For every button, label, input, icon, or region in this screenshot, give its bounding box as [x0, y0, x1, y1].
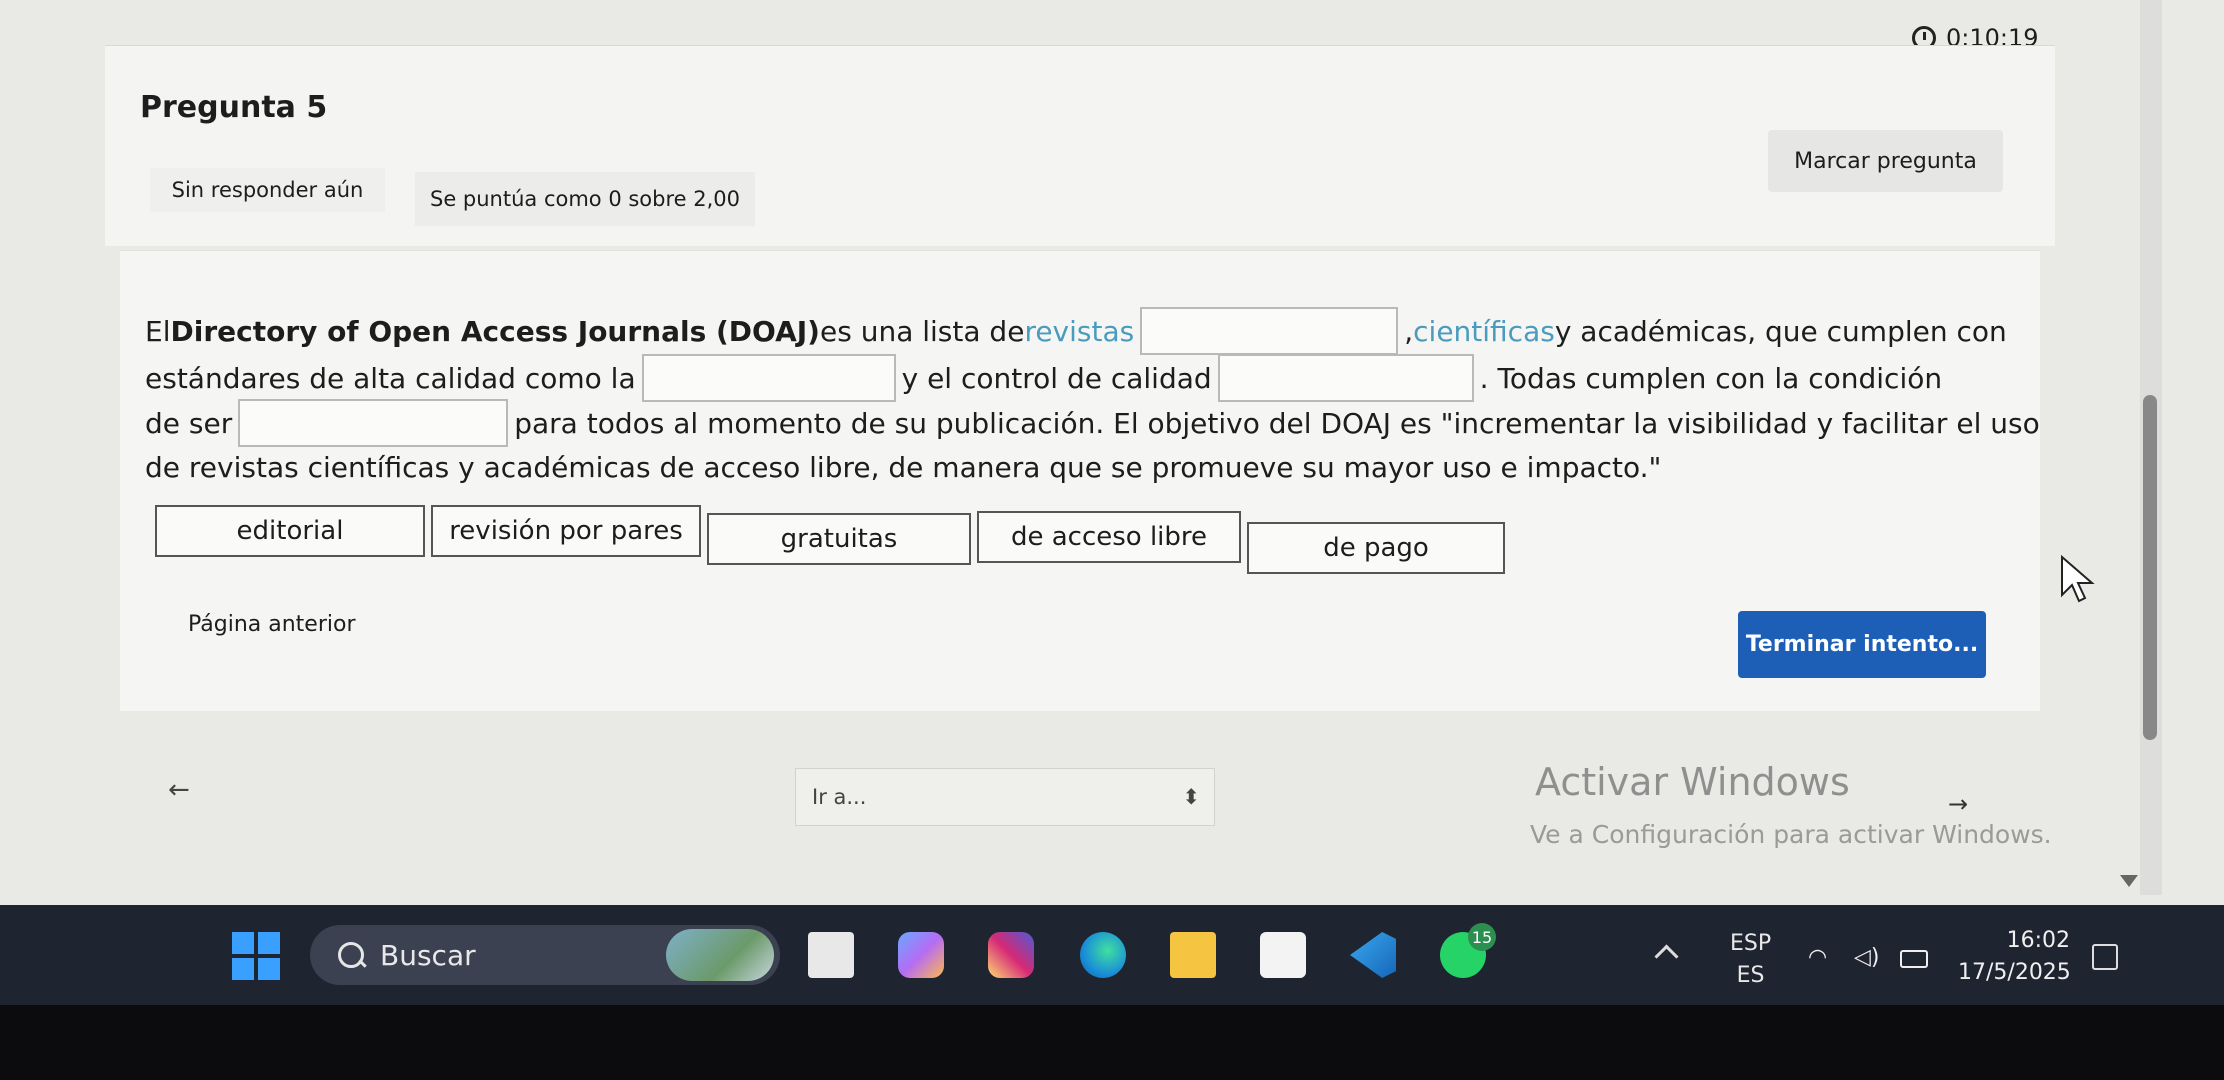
question-line-4: de revistas científicas y académicas de … [145, 451, 1661, 484]
scroll-down-icon[interactable] [2120, 875, 2138, 887]
goto-label: Ir a... [812, 785, 867, 809]
text-segment-highlight: científicas [1413, 314, 1555, 348]
edge-icon[interactable] [1080, 932, 1126, 978]
select-caret-icon: ⬍ [1182, 785, 1200, 809]
drop-zone-3[interactable] [1217, 354, 1474, 402]
next-arrow-icon[interactable]: → [1948, 790, 1968, 818]
taskbar-search[interactable]: Buscar [310, 925, 780, 985]
notification-icon[interactable] [2092, 944, 2118, 970]
question-line-1: El Directory of Open Access Journals (DO… [145, 307, 2007, 355]
answer-options: editorial revisión por pares gratuitas d… [155, 505, 1505, 574]
whatsapp-badge: 15 [1468, 923, 1496, 951]
instagram-icon[interactable] [988, 932, 1034, 978]
option-chip[interactable]: editorial [155, 505, 425, 557]
text-segment-bold: Directory of Open Access Journals (DOAJ) [170, 314, 820, 348]
taskbar-clock[interactable]: 16:02 17/5/2025 [1958, 925, 2071, 989]
mouse-cursor-icon [2061, 555, 2095, 603]
text-segment: de revistas científicas y académicas de … [145, 451, 1662, 484]
page-scrollbar[interactable] [2140, 0, 2162, 895]
search-label: Buscar [380, 938, 476, 972]
clock-date: 17/5/2025 [1958, 960, 2071, 985]
finish-attempt-button[interactable]: Terminar intento... [1738, 611, 1986, 678]
search-icon [338, 942, 364, 968]
activation-watermark-title: Activar Windows [1535, 760, 1850, 804]
text-segment: . Todas cumplen con la condición [1479, 361, 1943, 395]
text-segment: El [145, 314, 171, 348]
previous-arrow-icon[interactable]: ← [168, 775, 190, 805]
goto-select[interactable]: Ir a... ⬍ [795, 768, 1215, 826]
clock-time: 16:02 [2006, 928, 2070, 953]
folder-icon[interactable] [1170, 932, 1216, 978]
language-bottom: ES [1736, 963, 1765, 988]
option-chip[interactable]: revisión por pares [431, 505, 701, 557]
text-segment: es una lista de [819, 314, 1025, 348]
flag-question-button[interactable]: Marcar pregunta [1768, 130, 2003, 192]
text-segment-highlight: revistas [1024, 314, 1135, 348]
screen-bezel [0, 1005, 2224, 1080]
drop-zone-1[interactable] [1140, 307, 1399, 355]
text-segment: de ser [145, 406, 233, 440]
question-title: Pregunta 5 [140, 90, 328, 125]
search-highlight-image [666, 929, 774, 981]
text-segment: para todos al momento de su publicación.… [514, 406, 2040, 440]
previous-page-button[interactable]: Página anterior [188, 612, 356, 637]
drop-zone-4[interactable] [238, 399, 509, 447]
copilot-icon[interactable] [898, 932, 944, 978]
question-info-panel [105, 45, 2055, 246]
wifi-icon[interactable]: ◠ [1808, 945, 1827, 970]
option-chip[interactable]: de pago [1247, 522, 1505, 574]
language-indicator[interactable]: ESP ES [1730, 928, 1771, 992]
text-segment: y el control de calidad [901, 361, 1212, 395]
question-line-2: estándares de alta calidad como la y el … [145, 354, 1942, 402]
text-segment: estándares de alta calidad como la [145, 361, 636, 395]
volume-icon[interactable]: ◁) [1854, 945, 1880, 970]
scrollbar-thumb[interactable] [2143, 395, 2157, 740]
store-icon[interactable] [1260, 932, 1306, 978]
option-chip[interactable]: gratuitas [707, 513, 971, 565]
question-line-3: de ser para todos al momento de su publi… [145, 399, 2040, 447]
file-explorer-icon[interactable] [808, 932, 854, 978]
question-grade: Se puntúa como 0 sobre 2,00 [415, 172, 755, 226]
windows-start-icon[interactable] [232, 932, 280, 980]
battery-icon[interactable] [1900, 950, 1928, 968]
language-top: ESP [1730, 931, 1772, 956]
text-segment: , [1404, 314, 1414, 348]
drop-zone-2[interactable] [641, 354, 896, 402]
activation-watermark-subtitle: Ve a Configuración para activar Windows. [1530, 820, 2052, 849]
text-segment: y académicas, que cumplen con [1554, 314, 2007, 348]
question-status: Sin responder aún [150, 168, 385, 212]
option-chip[interactable]: de acceso libre [977, 511, 1241, 563]
